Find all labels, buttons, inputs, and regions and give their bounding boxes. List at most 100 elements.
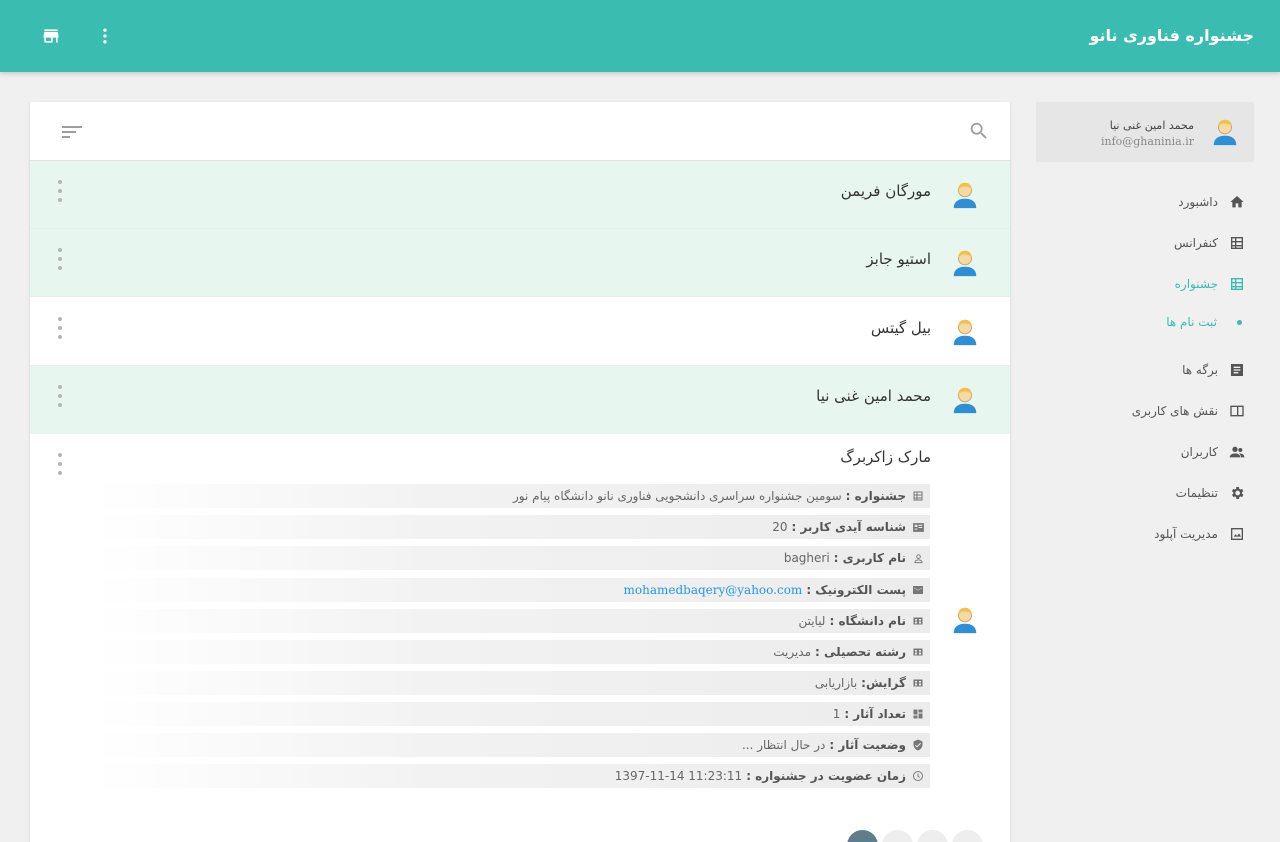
detail-label: تعداد آثار : [844, 707, 906, 721]
users-icon [1228, 443, 1246, 461]
row-menu-button[interactable] [54, 385, 66, 407]
detail-label: پست الکترونیک : [806, 583, 906, 597]
detail-festival: جشنواره : سومین جشنواره سراسری دانشجویی … [95, 484, 930, 508]
user-profile-card[interactable]: محمد امین غنی نیا info@ghaninia.ir [1036, 102, 1254, 162]
detail-label: نام کاربری : [833, 551, 906, 565]
list-item-name: مارک زاکربرگ [840, 448, 931, 466]
profile-name: محمد امین غنی نیا [1109, 119, 1194, 132]
search-input[interactable] [150, 117, 950, 147]
detail-label: نام دانشگاه : [829, 614, 906, 628]
list-item-name: مورگان فریمن [840, 182, 931, 200]
bullet-dot-icon [1237, 319, 1242, 325]
shield-icon [910, 737, 926, 753]
sidebar-item-label: داشبورد [1178, 195, 1218, 209]
detail-label: شناسه آیدی کاربر : [791, 520, 906, 534]
id-card-icon [1228, 402, 1246, 420]
sidebar-item-festival[interactable]: جشنواره [1175, 272, 1246, 296]
sidebar-subitem-registrations[interactable]: ثبت نام ها [1166, 312, 1242, 332]
registrations-panel: مورگان فریمن استیو جابز بیل گیتس محمد ام… [30, 102, 1010, 842]
detail-label: رشته تحصیلی : [815, 645, 906, 659]
detail-email: پست الکترونیک : mohamedbaqery@yahoo.com [95, 578, 930, 602]
sidebar-item-label: مدیریت آپلود [1154, 527, 1218, 541]
list-item[interactable]: بیل گیتس [30, 298, 1010, 366]
sort-icon [62, 126, 82, 138]
detail-value: لیایتن [798, 614, 826, 628]
sidebar-item-upload-manager[interactable]: مدیریت آپلود [1154, 522, 1246, 546]
row-menu-button[interactable] [54, 248, 66, 270]
school-icon [910, 613, 926, 629]
sidebar-item-label: تنظیمات [1175, 486, 1218, 500]
store-button[interactable] [37, 22, 65, 50]
sort-button[interactable] [60, 122, 84, 146]
sidebar-item-label: کنفرانس [1174, 236, 1218, 250]
list-item[interactable]: محمد امین غنی نیا [30, 366, 1010, 434]
detail-username: نام کاربری : bagheri [95, 546, 930, 570]
list-item-name: بیل گیتس [870, 319, 931, 337]
detail-value: بازاریابی [814, 676, 858, 690]
user-avatar-icon [1213, 119, 1237, 146]
avatar [950, 384, 980, 418]
row-menu-button[interactable] [54, 180, 66, 202]
store-icon [43, 29, 59, 43]
detail-user-id: شناسه آیدی کاربر : 20 [95, 515, 930, 539]
home-icon [1228, 193, 1246, 211]
app-title: جشنواره فناوری نانو [1089, 26, 1254, 45]
table-icon [910, 488, 926, 504]
school-icon [910, 644, 926, 660]
profile-email: info@ghaninia.ir [1100, 135, 1194, 148]
sidebar-item-users[interactable]: کاربران [1181, 440, 1246, 464]
detail-value: سومین جشنواره سراسری دانشجویی فناوری نان… [513, 489, 842, 503]
sidebar-item-dashboard[interactable]: داشبورد [1178, 190, 1246, 214]
user-avatar-icon [953, 319, 977, 346]
person-icon [910, 550, 926, 566]
document-icon [1228, 361, 1246, 379]
image-icon [1228, 525, 1246, 543]
more-menu-button[interactable] [91, 22, 119, 50]
list-item[interactable]: استیو جابز [30, 229, 1010, 297]
detail-works-status: وضعیت آثار : در حال انتظار ... [95, 733, 930, 757]
table-icon [1228, 275, 1246, 293]
sidebar-item-label: جشنواره [1174, 277, 1218, 291]
email-link[interactable]: mohamedbaqery@yahoo.com [623, 583, 802, 597]
gear-icon [1228, 484, 1246, 502]
sidebar-item-label: برگه ها [1182, 363, 1218, 377]
page-button[interactable] [847, 830, 878, 842]
detail-label: جشنواره : [845, 489, 906, 503]
clock-icon [910, 768, 926, 784]
detail-field-of-study: رشته تحصیلی : مدیریت [95, 640, 930, 664]
search-icon [970, 122, 987, 139]
school-icon [910, 675, 926, 691]
top-app-bar: جشنواره فناوری نانو [0, 0, 1280, 72]
detail-value: 20 [772, 520, 788, 534]
detail-works-count: تعداد آثار : 1 [95, 702, 930, 726]
sidebar-item-settings[interactable]: تنظیمات [1176, 481, 1246, 505]
user-avatar-icon [953, 607, 977, 634]
search-bar [30, 102, 1010, 161]
user-avatar-icon [953, 250, 977, 277]
avatar [950, 316, 980, 350]
sidebar-item-user-roles[interactable]: نقش های کاربری [1132, 399, 1246, 423]
page-button[interactable] [952, 830, 983, 842]
page-button[interactable] [917, 830, 948, 842]
page-button[interactable] [882, 830, 913, 842]
sidebar-item-label: نقش های کاربری [1131, 404, 1218, 418]
detail-specialization: گرایش: بازاریابی [95, 671, 930, 695]
user-avatar-icon [953, 182, 977, 209]
detail-value: bagheri [783, 551, 830, 565]
sidebar-item-pages[interactable]: برگه ها [1182, 358, 1246, 382]
mail-icon [910, 582, 926, 598]
avatar [950, 604, 980, 638]
search-button[interactable] [968, 120, 990, 146]
sidebar-item-label: کاربران [1180, 445, 1218, 459]
detail-value: در حال انتظار ... [741, 738, 826, 752]
row-menu-button[interactable] [54, 317, 66, 339]
more-vert-icon [103, 28, 107, 44]
list-item[interactable]: مورگان فریمن [30, 161, 1010, 229]
list-item-name: محمد امین غنی نیا [816, 387, 931, 405]
pagination [847, 830, 983, 842]
table-icon [1228, 234, 1246, 252]
sidebar-item-conference[interactable]: کنفرانس [1174, 231, 1246, 255]
row-menu-button[interactable] [54, 453, 66, 475]
avatar [950, 247, 980, 281]
user-avatar-icon [953, 387, 977, 414]
